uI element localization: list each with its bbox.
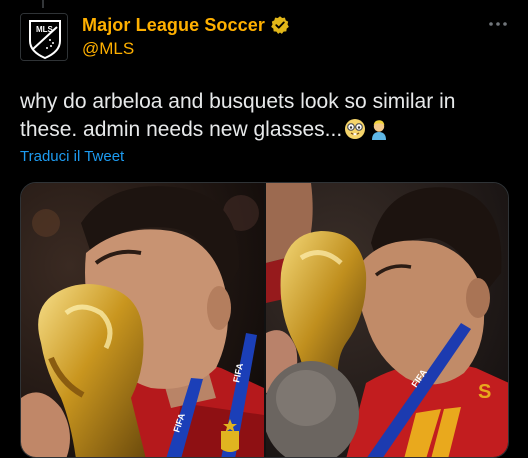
media-grid: FIFA FIFA S FIFA xyxy=(20,182,509,458)
nerd-face-emoji xyxy=(345,119,366,139)
author-block: Major League Soccer @MLS xyxy=(82,14,290,59)
translate-tweet-link[interactable]: Traduci il Tweet xyxy=(20,148,124,165)
photo-busquets[interactable]: S FIFA xyxy=(265,183,508,457)
more-options-icon[interactable] xyxy=(484,12,512,36)
avatar[interactable]: MLS xyxy=(20,13,68,61)
person-blond-emoji xyxy=(372,120,387,140)
photo-arbeloa[interactable]: FIFA FIFA xyxy=(21,183,264,457)
verified-badge-icon[interactable] xyxy=(270,15,290,35)
svg-text:MLS: MLS xyxy=(36,25,54,34)
handle[interactable]: @MLS xyxy=(82,39,290,59)
tweet-text: why do arbeloa and busquets look so simi… xyxy=(20,88,516,144)
mls-logo: MLS xyxy=(21,14,67,60)
thread-line xyxy=(42,0,44,8)
svg-text:S: S xyxy=(478,381,491,403)
display-name[interactable]: Major League Soccer xyxy=(82,15,265,36)
